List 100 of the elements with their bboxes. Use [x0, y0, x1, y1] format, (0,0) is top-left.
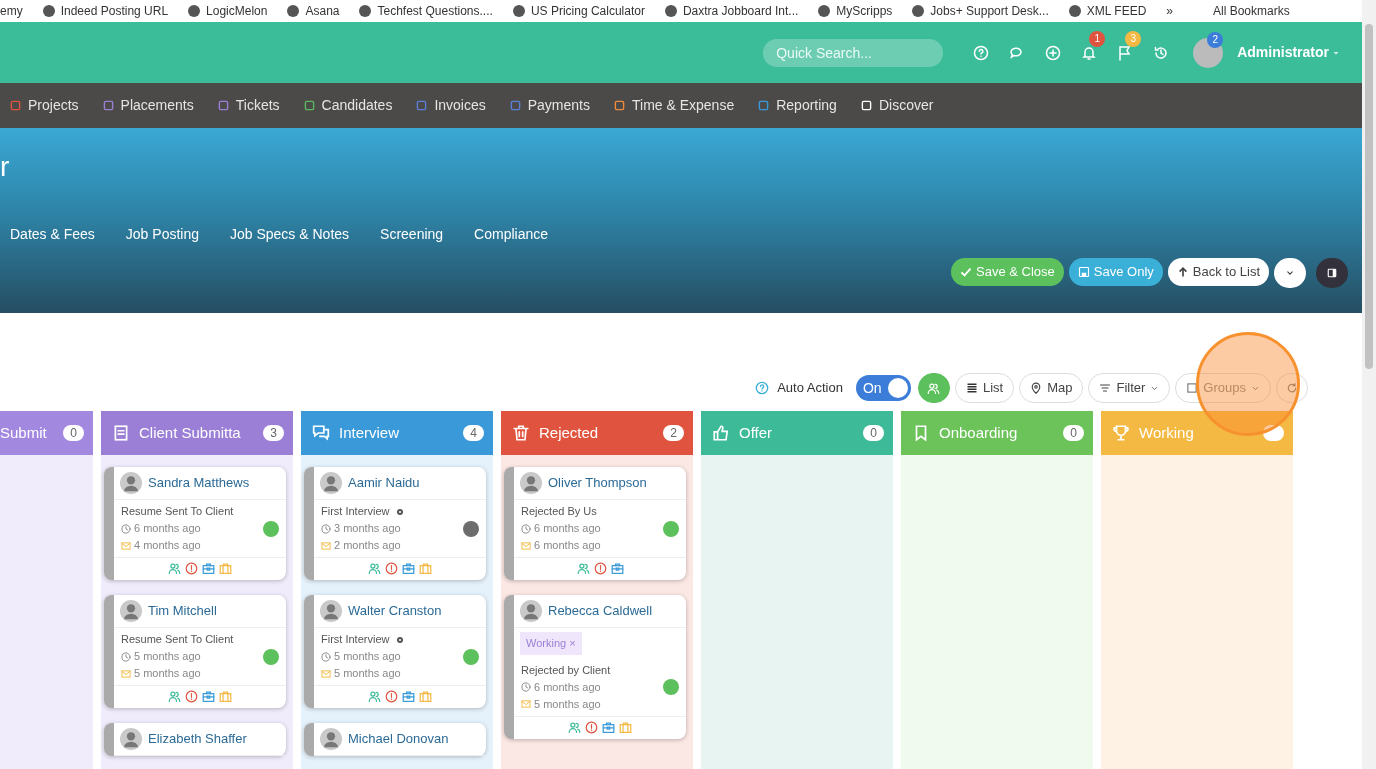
- candidate-name-link[interactable]: Walter Cranston: [348, 601, 442, 621]
- candidate-card[interactable]: Oliver Thompson Rejected By Us 6 months ago 6 months ago: [504, 467, 686, 580]
- panel-toggle-button[interactable]: [1316, 258, 1348, 288]
- section-tab[interactable]: Compliance: [474, 224, 549, 245]
- more-bookmarks-button[interactable]: »: [1166, 5, 1173, 17]
- bookmark-link[interactable]: LogicMelon: [188, 5, 268, 17]
- help-icon[interactable]: [755, 381, 770, 395]
- candidate-card[interactable]: Rebecca Caldwell Working × Rejected by Client 6 months ago 5 months ago: [504, 595, 686, 739]
- bookmark-link[interactable]: Asana: [287, 5, 340, 17]
- team-button[interactable]: [917, 373, 950, 403]
- briefcase-icon[interactable]: [202, 690, 215, 703]
- candidate-card[interactable]: Michael Donovan: [304, 723, 486, 756]
- nav-link[interactable]: Discover: [860, 95, 934, 116]
- nav-link[interactable]: Invoices: [416, 95, 486, 116]
- bookmark-link[interactable]: MyScripps: [818, 5, 893, 17]
- filter-button[interactable]: Filter: [1088, 373, 1171, 403]
- people-icon[interactable]: [368, 690, 381, 703]
- people-icon[interactable]: [168, 562, 181, 575]
- suitcase-icon[interactable]: [219, 562, 232, 575]
- map-view-button[interactable]: Map: [1019, 373, 1084, 403]
- created-time: 6 months ago: [534, 521, 601, 536]
- clock-icon: [521, 523, 531, 534]
- nav-link[interactable]: Payments: [509, 95, 590, 116]
- bookmark-link[interactable]: Jobs+ Support Desk...: [912, 5, 1049, 17]
- nav-link[interactable]: Reporting: [758, 95, 837, 116]
- count-badge: 3: [1125, 30, 1142, 47]
- briefcase-icon[interactable]: [402, 690, 415, 703]
- people-icon[interactable]: [568, 720, 581, 734]
- section-tab[interactable]: Screening: [380, 224, 444, 245]
- column-title: Interview: [339, 422, 401, 443]
- section-tab[interactable]: Job Specs & Notes: [230, 224, 350, 245]
- created-time: 5 months ago: [334, 649, 401, 664]
- scrollbar-thumb[interactable]: [1365, 24, 1373, 369]
- filter-icon: [1099, 382, 1112, 394]
- bookmark-link[interactable]: XML FEED: [1068, 5, 1147, 17]
- bookmark-link[interactable]: Daxtra Jobboard Int...: [664, 5, 799, 17]
- bookmark-link[interactable]: US Pricing Calculator: [512, 5, 645, 17]
- column-title: Working: [1139, 422, 1195, 443]
- candidate-name-link[interactable]: Rebecca Caldwell: [548, 601, 653, 621]
- bookmark-link[interactable]: emy: [0, 5, 23, 17]
- alert-icon[interactable]: [185, 690, 198, 703]
- count-badge: 4: [463, 425, 484, 441]
- envelope-icon: [121, 668, 131, 679]
- bookmark-link[interactable]: Techfest Questions....: [359, 5, 493, 17]
- auto-action-toggle[interactable]: On: [855, 375, 911, 401]
- nav-link[interactable]: Tickets: [217, 95, 280, 116]
- all-bookmarks-link[interactable]: All Bookmarks: [1213, 5, 1290, 17]
- candidate-name-link[interactable]: Michael Donovan: [348, 729, 449, 749]
- refresh-icon: [1286, 382, 1298, 394]
- envelope-icon: [321, 540, 331, 551]
- people-icon[interactable]: [368, 562, 381, 575]
- back-to-list-button[interactable]: Back to List: [1167, 258, 1269, 286]
- suitcase-icon[interactable]: [419, 690, 432, 703]
- candidate-name-link[interactable]: Tim Mitchell: [148, 601, 217, 621]
- candidate-name-link[interactable]: Elizabeth Shaffer: [148, 729, 247, 749]
- alert-icon[interactable]: [593, 562, 607, 575]
- nav-link[interactable]: Candidates: [303, 95, 393, 116]
- avatar-icon: [320, 600, 342, 622]
- alert-icon[interactable]: [385, 562, 398, 575]
- people-icon[interactable]: [168, 690, 181, 703]
- nav-link[interactable]: Projects: [10, 95, 79, 116]
- dropdown-button[interactable]: [1274, 258, 1306, 288]
- emailed-time: 5 months ago: [334, 666, 401, 681]
- candidate-name-link[interactable]: Sandra Matthews: [148, 473, 250, 493]
- column-title: Onboarding: [939, 422, 1019, 443]
- bookmark-link[interactable]: Indeed Posting URL: [42, 5, 169, 17]
- candidate-card[interactable]: Walter Cranston First Interview 5 months ago 5 months ago: [304, 595, 486, 708]
- candidate-card[interactable]: Elizabeth Shaffer: [104, 723, 286, 756]
- column-title: Submit: [0, 422, 48, 443]
- candidate-card[interactable]: Sandra Matthews Resume Sent To Client 6 months ago 4 months ago: [104, 467, 286, 580]
- alert-icon[interactable]: [585, 720, 598, 734]
- list-view-button[interactable]: List: [954, 373, 1015, 403]
- candidate-card[interactable]: Tim Mitchell Resume Sent To Client 5 months ago 5 months ago: [104, 595, 286, 708]
- briefcase-icon[interactable]: [602, 720, 615, 734]
- list-icon: [965, 382, 978, 394]
- briefcase-icon[interactable]: [402, 562, 415, 575]
- suitcase-icon[interactable]: [419, 562, 432, 575]
- check-icon: [960, 266, 973, 278]
- candidate-card[interactable]: Aamir Naidu First Interview 3 months ago 2 months ago: [304, 467, 486, 580]
- suitcase-icon[interactable]: [619, 720, 632, 734]
- stage-text: Rejected By Us: [521, 505, 597, 517]
- refresh-button[interactable]: [1276, 373, 1308, 403]
- people-icon[interactable]: [576, 562, 590, 575]
- alert-icon[interactable]: [385, 690, 398, 703]
- alert-icon[interactable]: [185, 562, 198, 575]
- candidate-name-link[interactable]: Oliver Thompson: [548, 473, 647, 493]
- candidate-name-link[interactable]: Aamir Naidu: [348, 473, 420, 493]
- nav-link[interactable]: Placements: [102, 95, 194, 116]
- nav-link[interactable]: Time & Expense: [614, 95, 735, 116]
- plus-circle-icon[interactable]: [1045, 44, 1062, 61]
- briefcase-icon[interactable]: [202, 562, 215, 575]
- status-tag: Working ×: [520, 632, 582, 655]
- bell-icon[interactable]: [1081, 44, 1098, 61]
- history-icon[interactable]: [1153, 44, 1170, 61]
- suitcase-icon[interactable]: [219, 690, 232, 703]
- clock-icon: [121, 523, 131, 534]
- section-tab[interactable]: Dates & Fees: [10, 224, 95, 245]
- section-tab[interactable]: Job Posting: [125, 224, 199, 245]
- briefcase-icon[interactable]: [610, 562, 624, 575]
- count-badge: 3: [263, 425, 284, 441]
